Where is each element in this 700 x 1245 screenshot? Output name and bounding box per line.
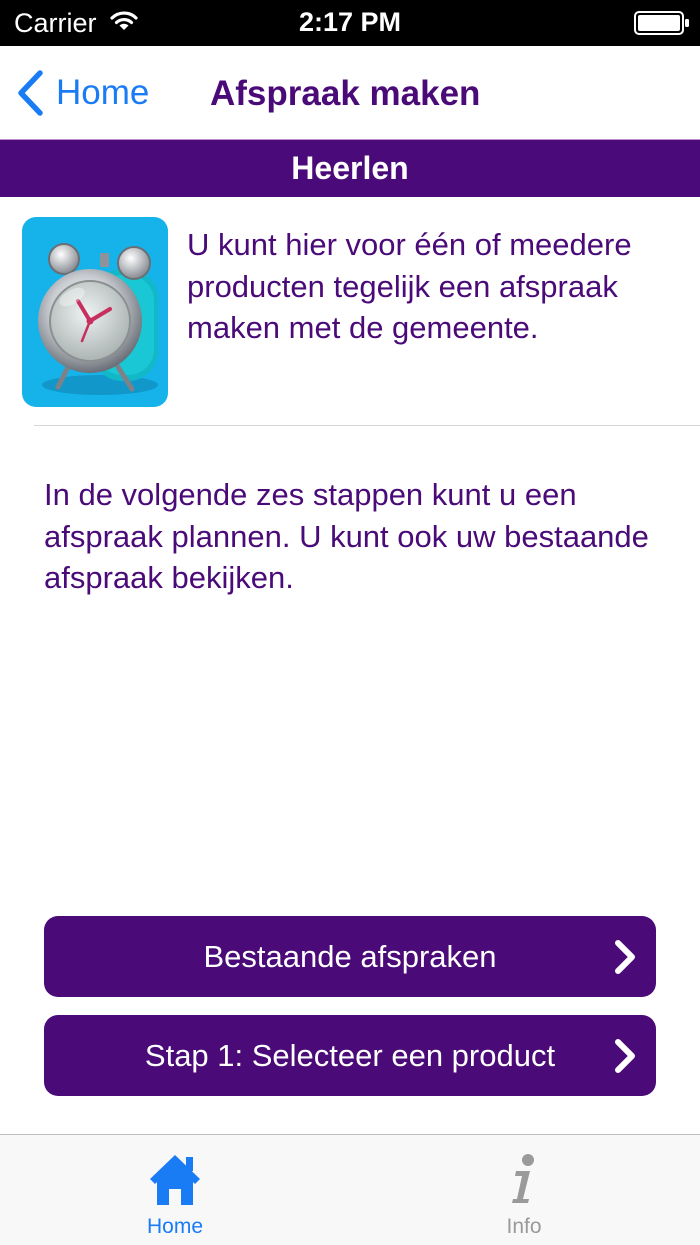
select-product-label: Stap 1: Selecteer een product <box>144 1038 556 1073</box>
info-icon <box>512 1154 534 1203</box>
city-header: Heerlen <box>0 139 700 197</box>
chevron-right-icon <box>615 940 635 974</box>
steps-description: In de volgende zes stappen kunt u een af… <box>44 477 649 595</box>
navigation-bar: Home Afspraak maken <box>0 46 700 138</box>
tab-bar: Home Info <box>0 1134 700 1245</box>
intro-text: U kunt hier voor één of meedere producte… <box>187 227 632 345</box>
alarm-clock-icon <box>22 217 168 407</box>
battery-icon <box>634 11 689 35</box>
status-bar: Carrier 2:17 PM <box>0 0 700 46</box>
home-icon <box>150 1155 200 1205</box>
tab-info[interactable]: Info <box>424 1135 624 1245</box>
existing-appointments-button[interactable]: Bestaande afspraken <box>44 916 656 997</box>
tab-home-label: Home <box>146 1215 204 1238</box>
tab-home[interactable]: Home <box>75 1135 275 1245</box>
back-button[interactable]: Home <box>16 70 149 116</box>
page-title: Afspraak maken <box>210 74 481 113</box>
chevron-right-icon <box>615 1039 635 1073</box>
select-product-button[interactable]: Stap 1: Selecteer een product <box>44 1015 656 1096</box>
existing-appointments-label: Bestaande afspraken <box>203 939 497 974</box>
chevron-left-icon <box>18 70 43 116</box>
back-button-label: Home <box>56 73 150 112</box>
clock: 2:17 PM <box>298 7 402 37</box>
tab-info-label: Info <box>506 1215 542 1238</box>
divider <box>34 425 700 426</box>
